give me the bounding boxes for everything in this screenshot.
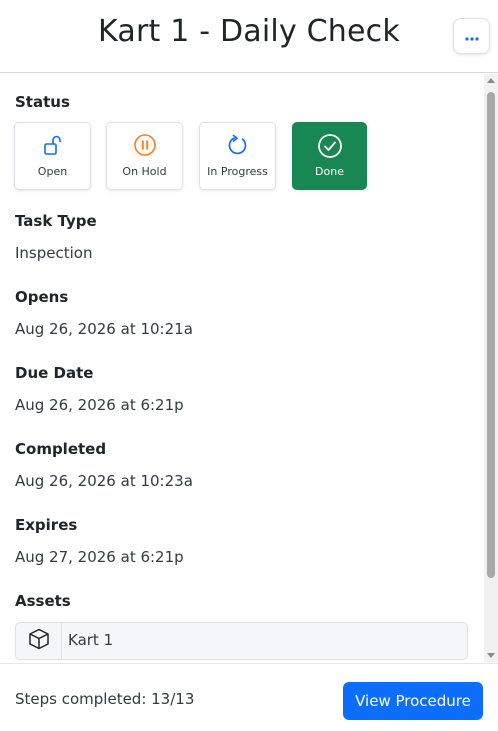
completed-value: Aug 26, 2026 at 10:23a bbox=[15, 472, 193, 490]
header: Kart 1 - Daily Check bbox=[0, 0, 498, 73]
asset-name: Kart 1 bbox=[68, 631, 114, 649]
task-type-label: Task Type bbox=[15, 212, 97, 230]
steps-completed-text: Steps completed: 13/13 bbox=[15, 690, 195, 708]
completed-label: Completed bbox=[15, 440, 107, 458]
expires-value: Aug 27, 2026 at 6:21p bbox=[15, 548, 184, 566]
due-date-label: Due Date bbox=[15, 364, 94, 382]
pause-circle-icon bbox=[133, 133, 157, 157]
status-in-progress-button[interactable]: In Progress bbox=[199, 122, 276, 190]
refresh-icon bbox=[226, 133, 250, 157]
unlock-icon bbox=[41, 133, 65, 157]
footer: Steps completed: 13/13 View Procedure bbox=[0, 663, 498, 731]
page-title: Kart 1 - Daily Check bbox=[98, 14, 400, 49]
opens-value: Aug 26, 2026 at 10:21a bbox=[15, 320, 193, 338]
asset-item[interactable]: Kart 1 bbox=[15, 622, 468, 660]
opens-label: Opens bbox=[15, 288, 69, 306]
check-circle-icon bbox=[317, 133, 343, 158]
status-open-button[interactable]: Open bbox=[14, 122, 91, 190]
scroll-thumb[interactable] bbox=[487, 92, 495, 578]
box-icon bbox=[27, 627, 51, 655]
scrollbar[interactable] bbox=[484, 74, 498, 662]
scroll-down-arrow-icon[interactable] bbox=[487, 653, 495, 658]
status-done-label: Done bbox=[315, 165, 344, 178]
status-label: Status bbox=[15, 93, 70, 111]
more-options-button[interactable] bbox=[453, 18, 490, 54]
view-procedure-button[interactable]: View Procedure bbox=[343, 682, 483, 720]
task-type-value: Inspection bbox=[15, 244, 93, 262]
scroll-up-arrow-icon[interactable] bbox=[487, 78, 495, 83]
status-in-progress-label: In Progress bbox=[207, 165, 268, 178]
due-date-value: Aug 26, 2026 at 6:21p bbox=[15, 396, 184, 414]
status-on-hold-label: On Hold bbox=[122, 165, 167, 178]
ellipsis-icon bbox=[464, 27, 480, 46]
assets-label: Assets bbox=[15, 592, 71, 610]
task-details: Status Open On Hold In Progress Done Tas… bbox=[0, 74, 484, 662]
expires-label: Expires bbox=[15, 516, 78, 534]
status-open-label: Open bbox=[37, 165, 68, 178]
status-on-hold-button[interactable]: On Hold bbox=[106, 122, 183, 190]
status-done-button[interactable]: Done bbox=[292, 122, 367, 190]
